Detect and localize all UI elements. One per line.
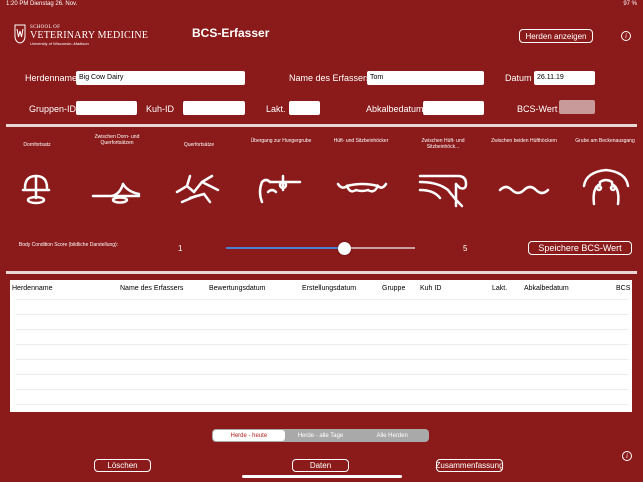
- slider-min-label: 1: [178, 244, 183, 253]
- spinous-process-icon: [21, 174, 51, 205]
- show-herds-button[interactable]: Herden anzeigen: [519, 29, 593, 43]
- site-label-2: Zwischen Dorn- und Querfortsätzen: [94, 134, 140, 146]
- site-label-3: Querfortsätze: [183, 142, 215, 148]
- transverse-process-icon: [175, 174, 220, 204]
- col-score-date: Bewertungsdatum: [209, 285, 266, 292]
- table-row[interactable]: [16, 329, 628, 330]
- date-input[interactable]: 26.11.19: [534, 71, 595, 85]
- table-header: Herdenname Name des Erfassers Bewertungs…: [10, 285, 632, 295]
- col-calving-date: Abkalbedatum: [524, 285, 569, 292]
- site-label-5: Hüft- und Sitzbeinhöcker: [333, 138, 389, 144]
- school-logo: SCHOOL OF VETERINARY MEDICINE University…: [14, 24, 148, 46]
- col-herd-name: Herdenname: [12, 285, 53, 292]
- segment-herd-today[interactable]: Herde - heute: [213, 430, 285, 441]
- table-row[interactable]: [16, 404, 628, 405]
- logo-sub-text: University of Wisconsin–Madison: [30, 41, 89, 46]
- site-label-7: Zwischen beiden Hüfthöckern: [491, 138, 557, 144]
- bcs-slider-thumb[interactable]: [337, 242, 351, 255]
- logo-big-text: VETERINARY MEDICINE: [30, 30, 149, 41]
- data-button[interactable]: Daten: [292, 459, 349, 472]
- table-row[interactable]: [16, 314, 628, 315]
- cow-id-input[interactable]: [183, 101, 245, 115]
- table-row[interactable]: [16, 359, 628, 360]
- between-hook-pin-icon: [418, 174, 468, 208]
- bcs-slider-caption: Body Condition Score (bildliche Darstell…: [18, 242, 119, 248]
- slider-max-label: 5: [463, 244, 468, 253]
- bcs-slider-fill: [226, 247, 345, 249]
- table-row[interactable]: [16, 374, 628, 375]
- between-hooks-icon: [498, 185, 550, 195]
- crest-icon: [14, 24, 26, 44]
- table-row[interactable]: [16, 344, 628, 345]
- site-label-6: Zwischen Hüft- und Sitzbeinhöck...: [421, 138, 465, 150]
- status-bar-battery: 97 %: [623, 1, 637, 7]
- table-row[interactable]: [16, 389, 628, 390]
- col-lactation: Lakt.: [492, 285, 508, 292]
- cow-id-label: Kuh-ID: [146, 104, 175, 114]
- status-bar-time: 1:20 PM Dienstag 26. Nov.: [6, 1, 78, 7]
- between-processes-icon: [91, 182, 141, 204]
- herd-filter-segmented-control: Herde - heute Herde - alle Tage Alle Her…: [212, 429, 429, 442]
- bcs-slider-track[interactable]: [226, 247, 415, 249]
- hunger-pit-icon: [258, 174, 302, 204]
- lactation-input[interactable]: [289, 101, 320, 115]
- segment-herd-all-days[interactable]: Herde - alle Tage: [285, 430, 357, 441]
- group-id-label: Gruppen-ID: [29, 104, 77, 114]
- divider-bottom: [6, 271, 637, 274]
- delete-button[interactable]: Löschen: [94, 459, 151, 472]
- info-icon[interactable]: i: [622, 451, 632, 461]
- calving-date-input[interactable]: [423, 101, 484, 115]
- col-group: Gruppe: [382, 285, 406, 292]
- bcs-value-field: [559, 100, 595, 114]
- divider-top: [6, 124, 637, 127]
- col-bcs: BCS: [616, 285, 631, 292]
- records-table[interactable]: Herdenname Name des Erfassers Bewertungs…: [10, 280, 632, 412]
- col-cow-id: Kuh ID: [420, 285, 442, 292]
- col-created-date: Erstellungsdatum: [302, 285, 357, 292]
- hook-pin-icon: [336, 182, 388, 193]
- herdname-label: Herdenname: [25, 73, 78, 83]
- site-label-4: Übergang zur Hungergrube: [250, 138, 312, 144]
- bcs-value-label: BCS-Wert: [517, 104, 558, 114]
- site-label-8: Grube am Beckenausgang: [575, 138, 635, 144]
- summary-button[interactable]: Zusammenfassung: [435, 459, 504, 472]
- col-scorer: Name des Erfassers: [120, 285, 184, 292]
- save-bcs-button[interactable]: Speichere BCS-Wert: [528, 241, 632, 255]
- date-label: Datum: [505, 73, 532, 83]
- scorer-label: Name des Erfassers: [289, 73, 371, 83]
- site-label-1: Dornfortsatz: [23, 142, 51, 148]
- segment-all-herds[interactable]: Alle Herden: [356, 430, 428, 441]
- table-row[interactable]: [16, 299, 628, 300]
- info-icon[interactable]: i: [621, 31, 631, 41]
- calving-date-label: Abkalbedatum: [366, 104, 424, 114]
- app-title: BCS-Erfasser: [192, 26, 270, 40]
- tailhead-pit-icon: [582, 168, 630, 206]
- home-indicator[interactable]: [242, 475, 402, 478]
- scorer-input[interactable]: Tom: [367, 71, 484, 85]
- lactation-label: Lakt.: [266, 104, 286, 114]
- herdname-input[interactable]: Big Cow Dairy: [76, 71, 245, 85]
- group-id-input[interactable]: [76, 101, 137, 115]
